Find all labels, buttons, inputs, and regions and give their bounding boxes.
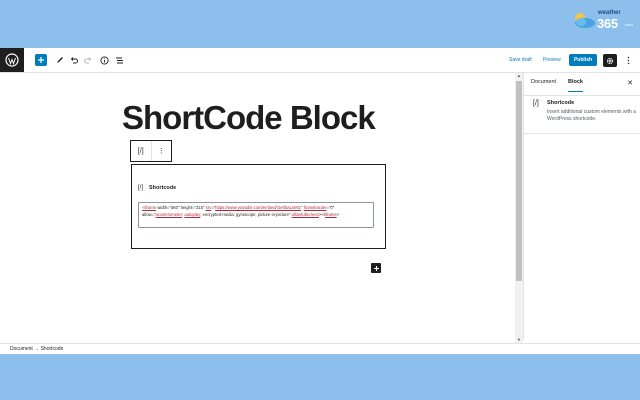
editor-toolbar: Save draft Preview Publish	[0, 48, 640, 73]
vertical-ellipsis-icon: ⋮	[157, 148, 165, 155]
wordpress-icon	[5, 53, 19, 67]
breadcrumb-current: Shortcode	[40, 346, 64, 352]
undo-icon	[70, 57, 78, 64]
block-navigation-button[interactable]	[113, 54, 125, 66]
weather365-logo: weather 365 .com	[572, 10, 633, 32]
editor-footer: Document → Shortcode	[0, 343, 640, 354]
save-draft-button[interactable]: Save draft	[509, 57, 532, 63]
wordpress-logo[interactable]	[0, 48, 24, 72]
code-token: accelerometer	[155, 211, 183, 217]
undo-button[interactable]	[68, 54, 80, 66]
preview-button[interactable]: Preview	[543, 57, 561, 63]
sidebar-tabs: Document Block ✕	[524, 73, 640, 96]
post-title[interactable]: ShortCode Block	[122, 99, 376, 137]
block-type-button[interactable]: [/]	[131, 141, 151, 161]
shortcode-block[interactable]: [/] Shortcode <iframe width="560" height…	[131, 164, 386, 249]
more-options-button[interactable]	[624, 54, 632, 66]
code-token: https://www.youtube.com/embed/rJe0baLnIK…	[215, 205, 302, 210]
pencil-icon	[57, 57, 63, 63]
plus-icon	[373, 265, 379, 271]
editor-scrollbar[interactable]: ▲ ▼	[515, 73, 523, 343]
logo-suffix: .com	[624, 22, 633, 27]
shortcode-label-row: [/] Shortcode	[138, 185, 176, 191]
wordpress-editor: Save draft Preview Publish ShortCode Blo…	[0, 48, 640, 354]
block-card: [/] Shortcode Insert additional custom e…	[524, 95, 640, 134]
tools-button[interactable]	[54, 54, 66, 66]
block-card-description: Insert additional custom elements with a…	[547, 109, 636, 122]
close-icon[interactable]: ✕	[627, 79, 633, 87]
redo-icon	[84, 57, 92, 64]
redo-button[interactable]	[82, 54, 94, 66]
info-button[interactable]	[98, 54, 110, 66]
breadcrumb: Document → Shortcode	[10, 346, 63, 352]
code-token: >	[336, 211, 340, 217]
editor-canvas: ShortCode Block [/] ⋮ [/] Shortcode <ifr…	[0, 73, 515, 340]
shortcode-icon: [/]	[137, 147, 144, 155]
tab-document[interactable]: Document	[531, 79, 556, 85]
publish-button[interactable]: Publish	[569, 54, 597, 66]
breadcrumb-separator: →	[34, 346, 40, 352]
code-token: iframe	[325, 211, 337, 217]
list-icon	[115, 57, 123, 63]
code-token: frameborder	[303, 205, 327, 210]
cloud-sun-icon	[575, 13, 595, 28]
gear-icon	[606, 57, 614, 64]
shortcode-icon: [/]	[533, 100, 539, 107]
settings-button[interactable]	[603, 54, 617, 67]
settings-sidebar: Document Block ✕ [/] Shortcode Insert ad…	[523, 73, 640, 340]
vertical-ellipsis-icon	[627, 56, 629, 64]
plus-icon	[38, 57, 44, 63]
code-token: ; encrypted-media; gyroscope; picture-in…	[200, 211, 292, 217]
block-more-options-button[interactable]: ⋮	[150, 141, 172, 161]
code-token: width="560" height="315"	[156, 205, 206, 210]
block-card-title: Shortcode	[547, 100, 575, 106]
shortcode-textarea[interactable]: <iframe width="560" height="315" src="ht…	[138, 202, 374, 228]
code-token: <iframe	[142, 205, 157, 210]
code-token: autoplay	[184, 211, 201, 217]
shortcode-label: Shortcode	[149, 185, 177, 191]
breadcrumb-document[interactable]: Document	[10, 346, 33, 352]
block-inserter-button[interactable]	[371, 263, 381, 273]
scroll-up-arrow-icon[interactable]: ▲	[516, 73, 522, 79]
logo-number: 365	[597, 16, 618, 31]
scroll-thumb[interactable]	[516, 81, 522, 281]
tab-block[interactable]: Block	[568, 79, 583, 92]
code-token: allowfullscreen	[291, 211, 319, 217]
add-block-button[interactable]	[35, 54, 47, 66]
info-icon	[99, 55, 109, 65]
shortcode-icon: [/]	[138, 185, 144, 191]
block-toolbar: [/] ⋮	[130, 140, 172, 162]
